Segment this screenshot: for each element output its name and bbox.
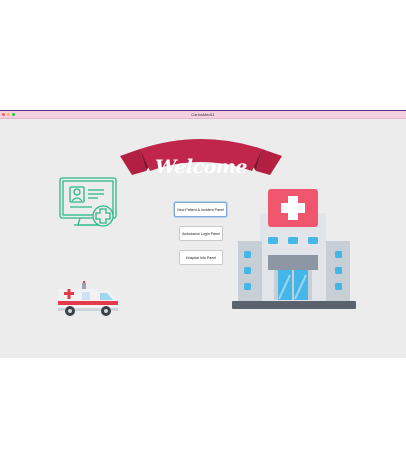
hospital-building-icon: [232, 187, 356, 311]
window-title: CarlosMed11: [191, 112, 215, 117]
patient-record-monitor-icon: [58, 177, 120, 231]
ambulance-icon: [56, 281, 120, 317]
app-window: CarlosMed11 Welcome New Patient & Incide…: [0, 110, 406, 358]
welcome-banner: Welcome: [120, 133, 282, 179]
hospital-info-panel-button[interactable]: Hospital Info Panel: [179, 250, 223, 265]
ambulance-login-panel-button[interactable]: Ambulance Login Panel: [179, 226, 223, 241]
new-patient-incident-panel-button[interactable]: New Patient & Incident Panel: [174, 202, 227, 217]
title-bar: CarlosMed11: [0, 111, 406, 119]
welcome-text: Welcome: [154, 156, 248, 178]
